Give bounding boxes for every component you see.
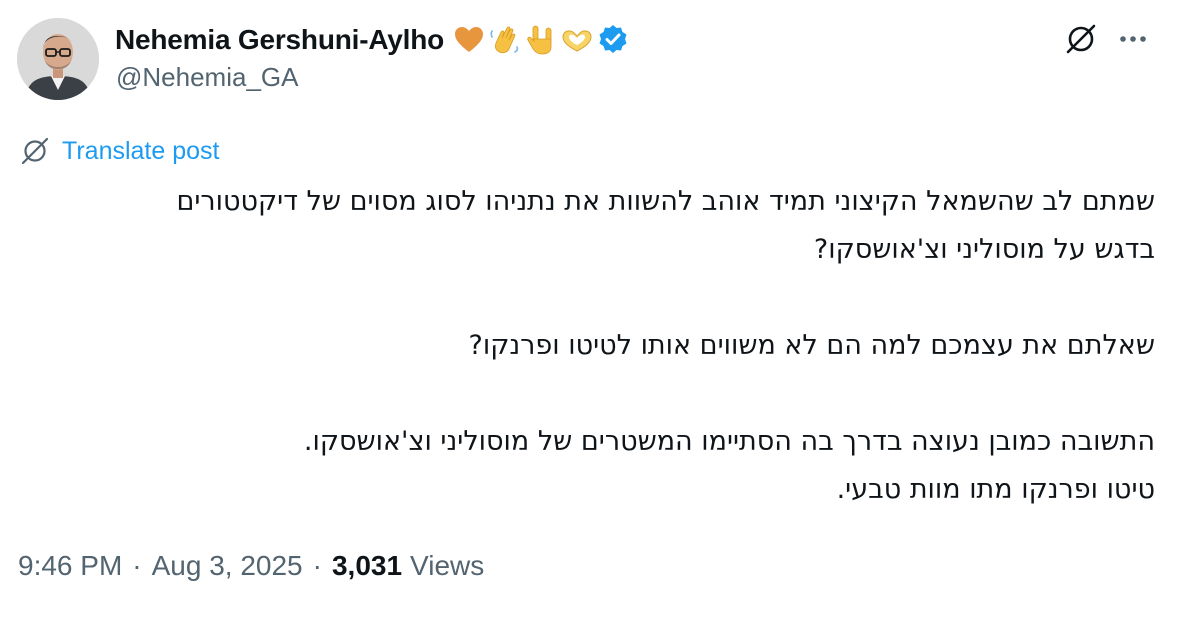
post-meta: 9:46 PM · Aug 3, 2025 · 3,031 Views <box>18 546 484 586</box>
more-options-icon[interactable] <box>1113 22 1153 56</box>
orange-heart-icon <box>452 23 486 57</box>
post-time[interactable]: 9:46 PM <box>18 550 122 582</box>
love-you-hand-icon <box>524 23 558 57</box>
post-line: שאלתם את עצמכם למה הם לא משווים אותו לטי… <box>468 330 1155 361</box>
avatar[interactable] <box>17 18 99 100</box>
post-text: שמתם לב שהשמאל הקיצוני תמיד אוהב להשוות … <box>35 178 1155 514</box>
translate-icon <box>18 134 52 168</box>
post-line: טיטו ופרנקו מתו מוות טבעי. <box>836 474 1155 505</box>
post-line: בדגש על מוסוליני וצ'אושסקו? <box>813 234 1155 265</box>
verified-badge-icon <box>596 23 630 57</box>
views-count[interactable]: 3,031 <box>332 550 402 582</box>
post-date[interactable]: Aug 3, 2025 <box>152 550 303 582</box>
post-paragraph: שמתם לב שהשמאל הקיצוני תמיד אוהב להשוות … <box>35 178 1155 274</box>
meta-separator: · <box>312 550 322 581</box>
meta-separator: · <box>132 550 142 581</box>
grok-icon[interactable] <box>1062 20 1100 58</box>
translate-post-label: Translate post <box>62 136 220 165</box>
waving-hand-icon <box>488 23 522 57</box>
author-handle[interactable]: @Nehemia_GA <box>116 62 298 93</box>
post-line: התשובה כמובן נעוצה בדרך בה הסתיימו המשטר… <box>303 426 1155 457</box>
post-line: שמתם לב שהשמאל הקיצוני תמיד אוהב להשוות … <box>176 186 1155 217</box>
post-paragraph: שאלתם את עצמכם למה הם לא משווים אותו לטי… <box>35 322 1155 370</box>
name-emojis <box>452 23 630 57</box>
translate-post-link[interactable]: Translate post <box>18 134 219 168</box>
author-display-name[interactable]: Nehemia Gershuni-Aylho <box>115 24 444 56</box>
heart-hands-icon <box>560 23 594 57</box>
views-label: Views <box>410 550 485 581</box>
post-paragraph: התשובה כמובן נעוצה בדרך בה הסתיימו המשטר… <box>35 418 1155 514</box>
author-name-row: Nehemia Gershuni-Aylho <box>115 20 630 60</box>
avatar-photo <box>17 18 99 100</box>
